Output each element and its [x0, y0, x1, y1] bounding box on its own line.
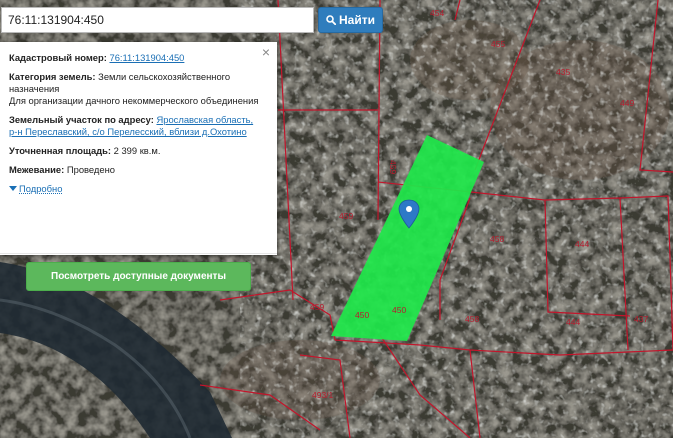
search-button[interactable]: Найти: [318, 7, 383, 33]
cadastral-number-row: Кадастровый номер: 76:11:131904:450: [9, 52, 268, 64]
land-category-label: Категория земель:: [9, 71, 96, 82]
search-icon: [326, 15, 336, 25]
area-label: Уточненная площадь:: [9, 145, 112, 156]
parcel-label: 458: [465, 314, 479, 324]
parcel-info-card: × Кадастровый номер: 76:11:131904:450 Ка…: [0, 42, 277, 291]
parcel-label: 444: [575, 239, 589, 249]
parcel-label: 459: [388, 160, 398, 174]
survey-value: Проведено: [66, 164, 115, 175]
view-documents-button[interactable]: Посмотреть доступные документы: [26, 262, 251, 291]
parcel-label: 437: [634, 314, 648, 324]
survey-label: Межевание:: [9, 164, 65, 175]
close-icon[interactable]: ×: [262, 45, 270, 59]
parcel-label: 435: [556, 67, 570, 77]
land-usage-value: Для организации дачного некоммерческого …: [9, 95, 259, 106]
search-input[interactable]: [1, 7, 314, 33]
survey-row: Межевание: Проведено: [9, 164, 268, 176]
parcel-label: 493/1: [312, 390, 334, 400]
parcel-label: 450: [355, 310, 369, 320]
address-label: Земельный участок по адресу:: [9, 114, 154, 125]
parcel-label: 459: [339, 211, 353, 221]
cadastral-number-link[interactable]: 76:11:131904:450: [109, 52, 184, 63]
cadastral-number-label: Кадастровый номер:: [9, 52, 107, 63]
parcel-label: 450: [392, 305, 406, 315]
search-button-label: Найти: [339, 13, 375, 27]
area-row: Уточненная площадь: 2 399 кв.м.: [9, 145, 268, 157]
parcel-label: 444: [566, 317, 580, 327]
parcel-label: 454: [430, 8, 444, 18]
land-category-row: Категория земель: Земли сельскохозяйстве…: [9, 71, 268, 107]
caret-down-icon: [9, 186, 17, 191]
parcel-label: 458: [490, 234, 504, 244]
address-link-line2[interactable]: р-н Переславский, с/о Перелесский, вблиз…: [9, 126, 247, 137]
address-row: Земельный участок по адресу: Ярославская…: [9, 114, 268, 138]
area-value: 2 399 кв.м.: [113, 145, 161, 156]
parcel-label: 449: [620, 98, 634, 108]
card-divider: [0, 253, 277, 254]
parcel-label: 455: [491, 39, 505, 49]
address-link-line1[interactable]: Ярославская область,: [156, 114, 253, 125]
parcel-label: 459: [310, 302, 324, 312]
details-toggle[interactable]: Подробно: [9, 183, 62, 195]
details-toggle-label: Подробно: [19, 183, 63, 194]
